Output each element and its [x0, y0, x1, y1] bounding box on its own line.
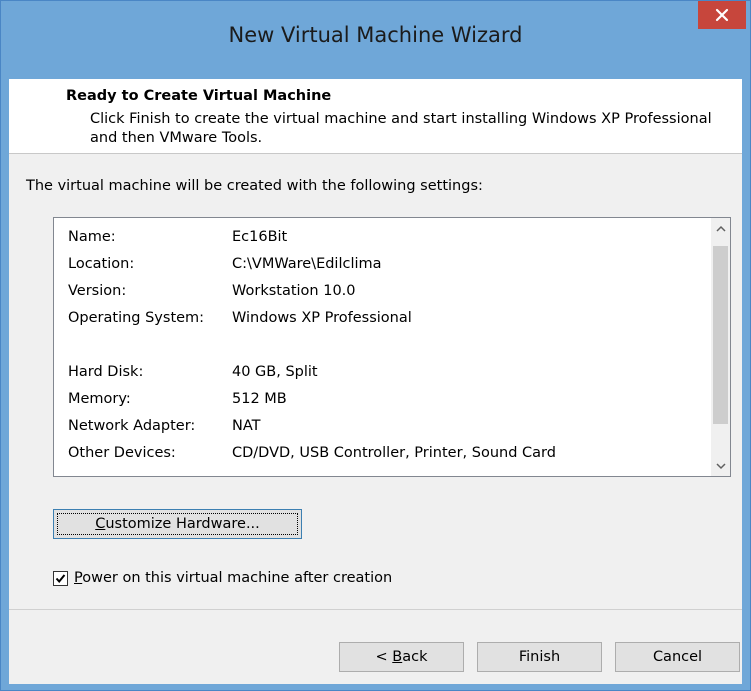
- setting-key: Name:: [68, 229, 116, 245]
- back-label: ack: [402, 649, 428, 665]
- page-description: Click Finish to create the virtual machi…: [90, 111, 712, 146]
- customize-hardware-button[interactable]: Customize Hardware...: [53, 509, 302, 539]
- checkmark-icon: [55, 573, 66, 583]
- wizard-window: New Virtual Machine Wizard Ready to Crea…: [0, 0, 751, 691]
- setting-value: CD/DVD, USB Controller, Printer, Sound C…: [232, 445, 556, 461]
- window-title: New Virtual Machine Wizard: [228, 23, 523, 47]
- setting-value: Ec16Bit: [232, 229, 288, 245]
- scroll-up-button[interactable]: [711, 218, 730, 238]
- footer-divider: [9, 609, 742, 610]
- finish-button[interactable]: Finish: [477, 642, 602, 672]
- setting-key: Network Adapter:: [68, 418, 196, 434]
- back-button[interactable]: < Back: [339, 642, 464, 672]
- power-on-label: Power on this virtual machine after crea…: [74, 570, 392, 586]
- back-prefix: <: [375, 649, 393, 665]
- chevron-down-icon: [715, 462, 726, 469]
- wizard-header: Ready to Create Virtual Machine Click Fi…: [9, 79, 742, 154]
- setting-value: 40 GB, Split: [232, 364, 318, 380]
- setting-key: Location:: [68, 256, 135, 272]
- setting-value: NAT: [232, 418, 261, 434]
- scroll-down-button[interactable]: [711, 456, 730, 476]
- setting-value: C:\VMWare\Edilclima: [232, 256, 382, 272]
- chevron-up-icon: [715, 225, 726, 232]
- finish-label: Finish: [518, 649, 561, 665]
- cancel-button[interactable]: Cancel: [615, 642, 740, 672]
- cancel-label: Cancel: [652, 649, 703, 665]
- setting-key: Operating System:: [68, 310, 205, 326]
- dialog-client-area: Ready to Create Virtual Machine Click Fi…: [9, 79, 742, 684]
- scrollbar-thumb[interactable]: [713, 246, 728, 424]
- power-on-checkbox[interactable]: [53, 570, 68, 586]
- settings-intro-text: The virtual machine will be created with…: [26, 178, 483, 194]
- setting-key: Version:: [68, 283, 127, 299]
- customize-hotkey: C: [95, 516, 106, 532]
- setting-key: Memory:: [68, 391, 131, 407]
- setting-value: Windows XP Professional: [232, 310, 412, 326]
- customize-label: ustomize Hardware...: [105, 516, 260, 532]
- setting-value: 512 MB: [232, 391, 287, 407]
- close-icon: [715, 8, 729, 22]
- close-button[interactable]: [698, 1, 746, 29]
- power-on-hotkey: P: [74, 570, 83, 586]
- power-on-option[interactable]: Power on this virtual machine after crea…: [53, 568, 392, 588]
- setting-key: Other Devices:: [68, 445, 176, 461]
- page-title: Ready to Create Virtual Machine: [66, 88, 332, 104]
- power-on-label-text: ower on this virtual machine after creat…: [82, 570, 393, 586]
- vertical-scrollbar[interactable]: [711, 218, 730, 476]
- setting-value: Workstation 10.0: [232, 283, 356, 299]
- settings-summary-list[interactable]: Name: Ec16Bit Location: C:\VMWare\Edilcl…: [53, 217, 731, 477]
- title-bar[interactable]: New Virtual Machine Wizard: [1, 1, 750, 79]
- setting-key: Hard Disk:: [68, 364, 144, 380]
- back-hotkey: B: [392, 649, 403, 665]
